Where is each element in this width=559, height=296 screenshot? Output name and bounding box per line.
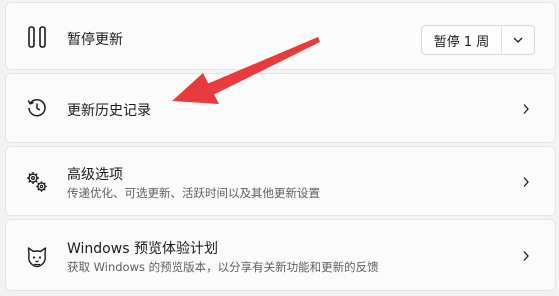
- advanced-options-label: 高级选项: [67, 167, 123, 183]
- history-icon: [24, 95, 50, 121]
- advanced-options-row[interactable]: 高级选项 传递优化、可选更新、活跃时间以及其他更新设置: [5, 146, 556, 216]
- insider-program-description: 获取 Windows 的预览版本，以分享有关新功能和更新的反馈: [67, 260, 379, 274]
- pause-updates-row: 暂停更新 暂停 1 周: [5, 2, 556, 70]
- update-history-row[interactable]: 更新历史记录: [5, 73, 556, 143]
- advanced-options-description: 传递优化、可选更新、活跃时间以及其他更新设置: [67, 186, 320, 200]
- pause-duration-dropdown[interactable]: [502, 26, 534, 54]
- pause-one-week-button[interactable]: 暂停 1 周: [422, 26, 502, 54]
- update-history-label: 更新历史记录: [67, 103, 151, 119]
- insider-program-row[interactable]: Windows 预览体验计划 获取 Windows 的预览版本，以分享有关新功能…: [5, 219, 556, 291]
- pause-duration-split-button: 暂停 1 周: [421, 25, 535, 55]
- pause-icon: [24, 24, 50, 50]
- cat-icon: [24, 244, 50, 270]
- chevron-right-icon: [519, 249, 533, 263]
- pause-updates-label: 暂停更新: [67, 32, 123, 48]
- chevron-right-icon: [519, 102, 533, 116]
- chevron-right-icon: [519, 175, 533, 189]
- insider-program-label: Windows 预览体验计划: [67, 241, 218, 257]
- gears-icon: [24, 169, 50, 195]
- chevron-down-icon: [513, 37, 523, 43]
